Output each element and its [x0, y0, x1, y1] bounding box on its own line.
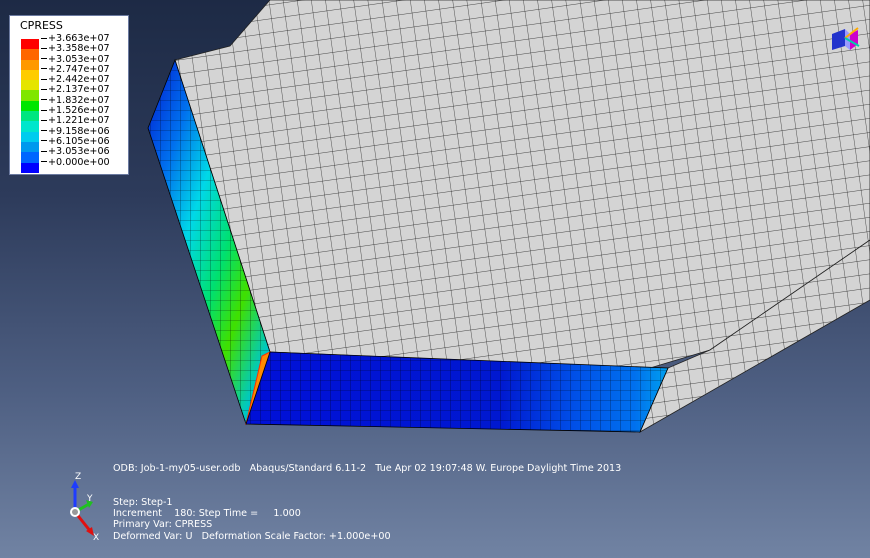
- legend-swatch: [21, 152, 39, 163]
- legend-swatch: [21, 80, 39, 91]
- legend-swatch: [21, 49, 39, 60]
- triad-z-label: Z: [75, 472, 82, 482]
- legend-swatch: [21, 100, 39, 112]
- legend-swatch: [21, 90, 39, 101]
- legend-swatch: [21, 141, 39, 153]
- legend-swatch: [21, 39, 39, 50]
- viewport[interactable]: CPRESS +3.663e+07 +3.358e+07 +3.053e+07 …: [0, 0, 870, 558]
- legend-value: +0.000e+00: [41, 157, 110, 168]
- coordinate-triad: Z Y X: [55, 472, 105, 547]
- legend-swatch: [21, 162, 39, 173]
- increment-info: Increment 180: Step Time = 1.000: [113, 508, 301, 519]
- legend-swatch: [21, 111, 39, 122]
- triad-y-label: Y: [87, 494, 93, 504]
- triad-x-label: X: [93, 533, 100, 543]
- legend-swatch: [21, 59, 39, 70]
- legend-swatch: [21, 131, 39, 142]
- odb-info: ODB: Job-1-my05-user.odb Abaqus/Standard…: [113, 463, 622, 474]
- contour-legend: CPRESS +3.663e+07 +3.358e+07 +3.053e+07 …: [9, 15, 129, 175]
- deformed-var-info: Deformed Var: U Deformation Scale Factor…: [113, 531, 391, 542]
- model-render[interactable]: [0, 0, 870, 558]
- view-cube-icon[interactable]: [828, 24, 862, 54]
- primary-var-info: Primary Var: CPRESS: [113, 519, 213, 530]
- step-info: Step: Step-1: [113, 497, 173, 508]
- legend-color-bar: [21, 39, 39, 173]
- legend-swatch: [21, 121, 39, 132]
- legend-swatch: [21, 69, 39, 81]
- legend-title: CPRESS: [20, 19, 63, 32]
- legend-values: +3.663e+07 +3.358e+07 +3.053e+07 +2.747e…: [41, 33, 110, 168]
